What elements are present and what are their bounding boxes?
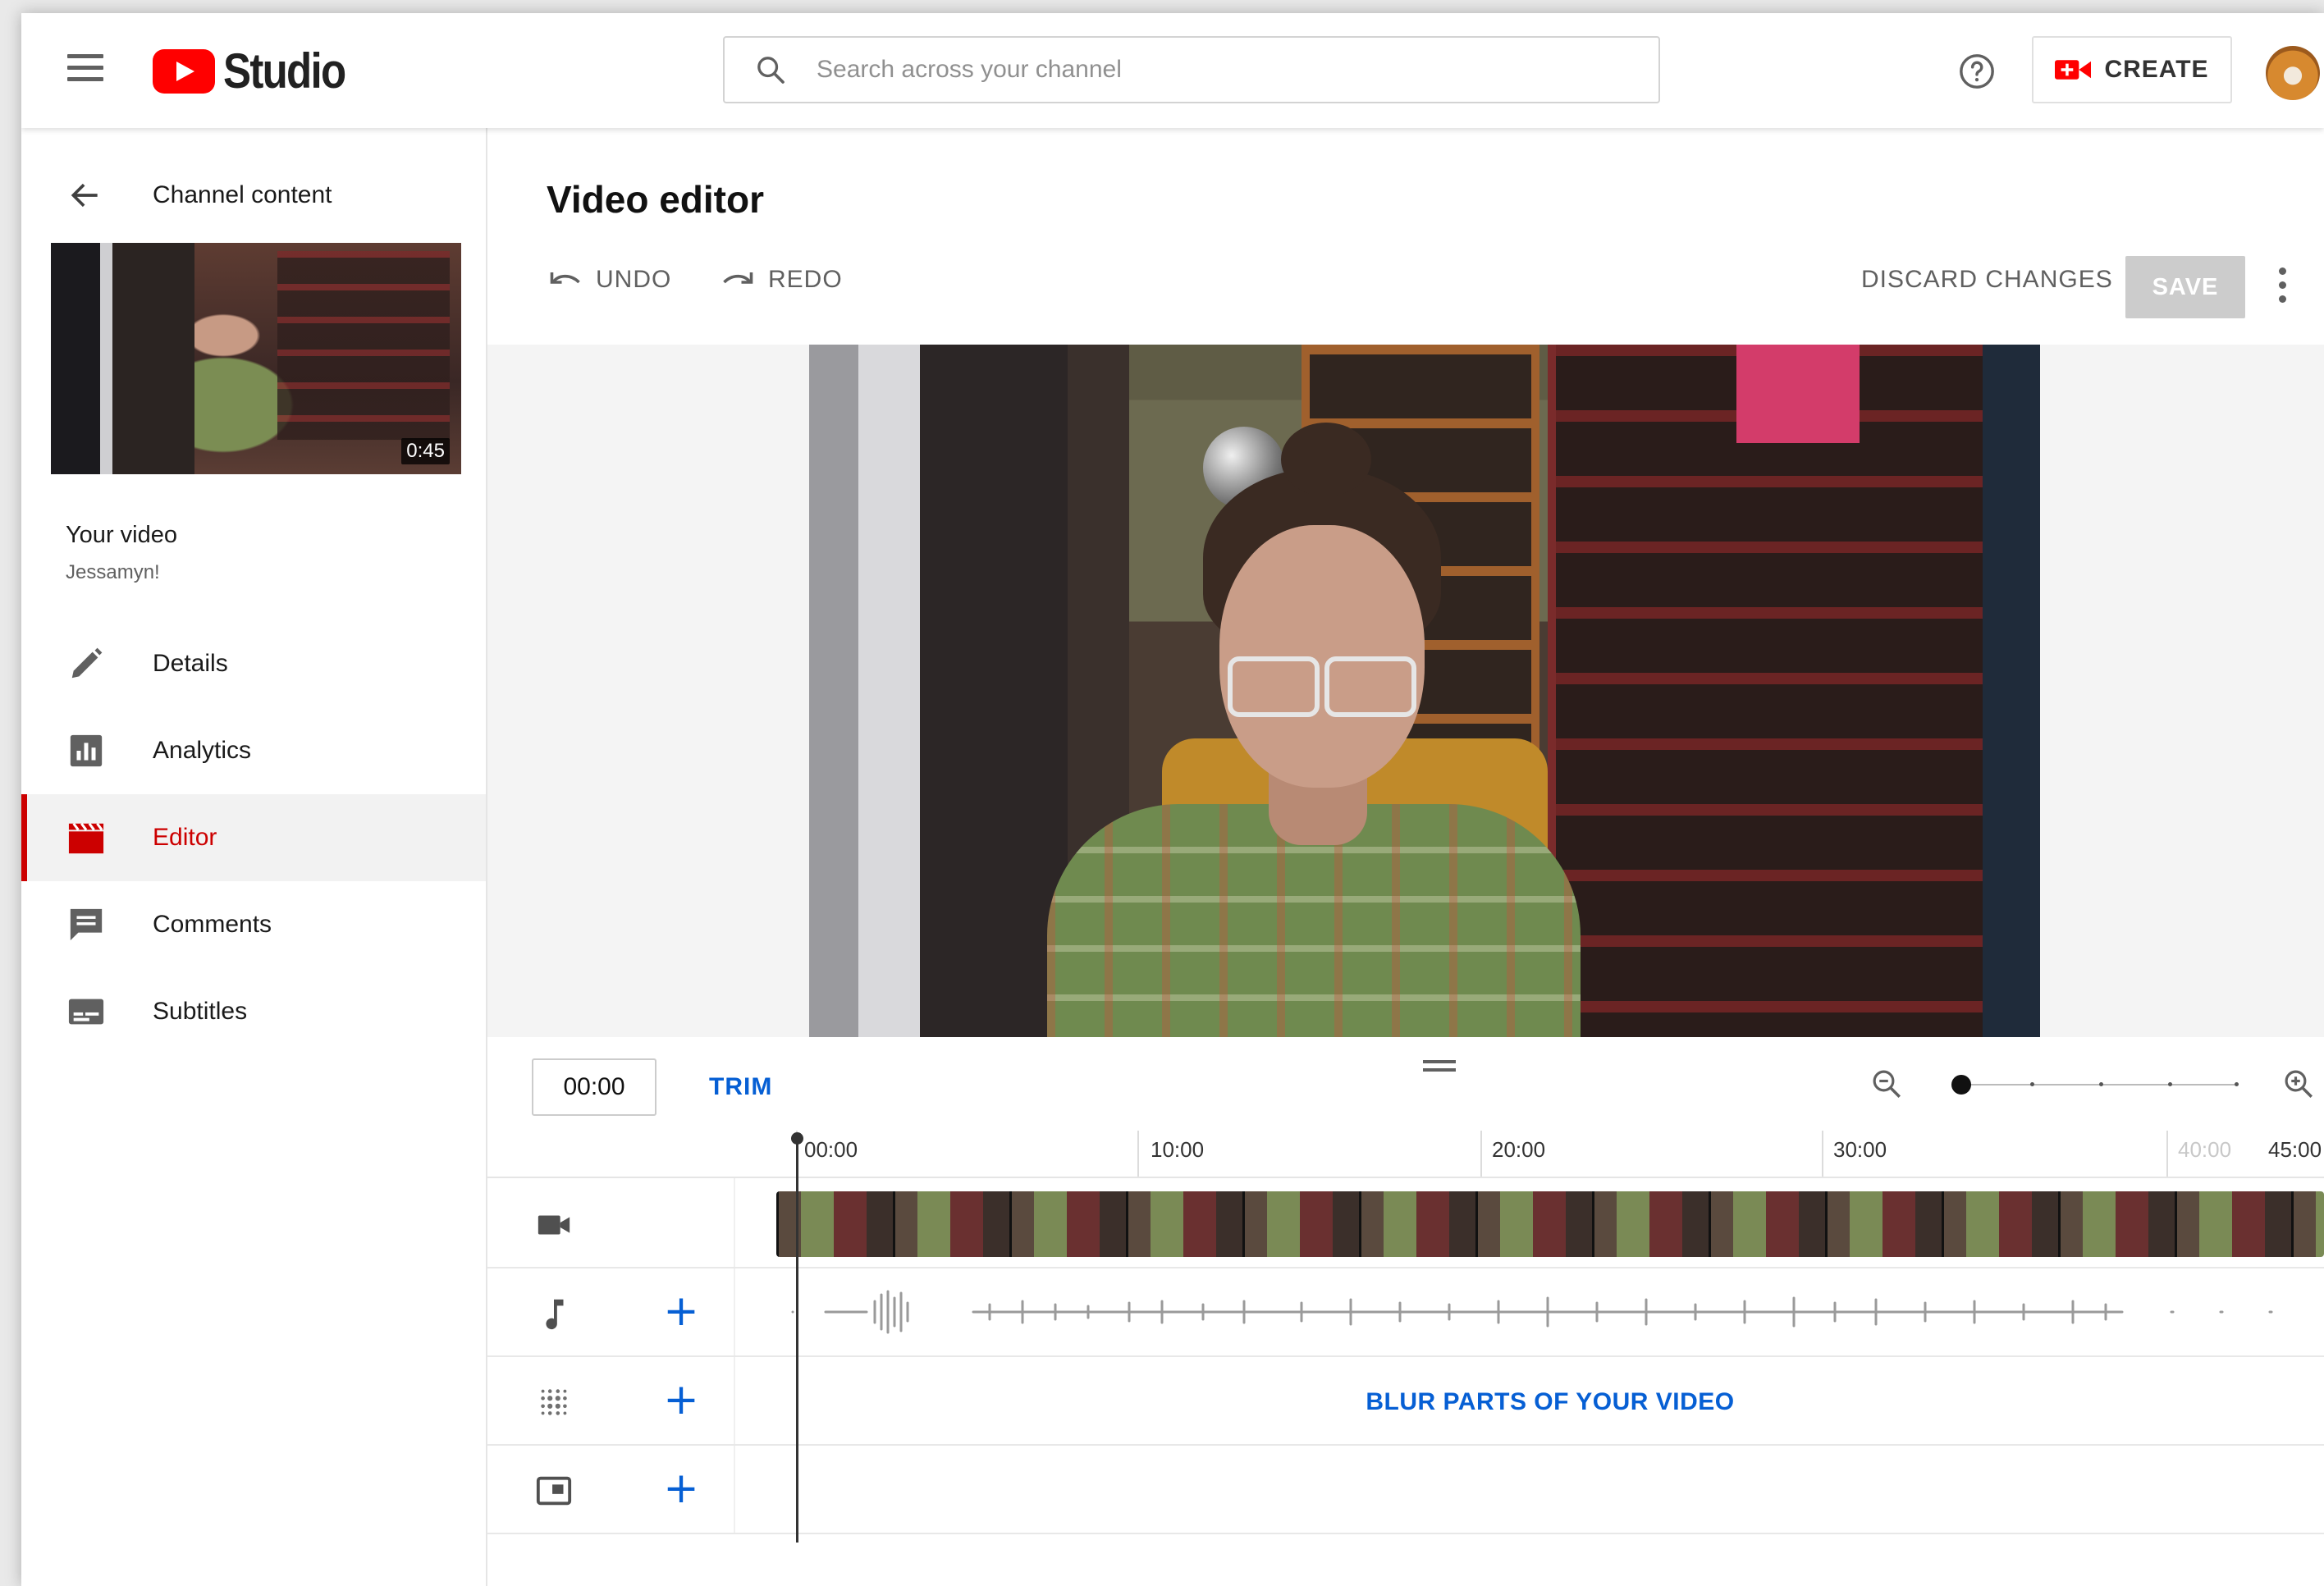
comment-icon [70, 908, 103, 941]
zoom-out-icon[interactable] [1869, 1067, 1904, 1101]
undo-icon [550, 272, 580, 284]
your-video-label: Your video [66, 522, 177, 548]
discard-changes-button[interactable]: DISCARD CHANGES [1861, 266, 2113, 294]
video-player[interactable] [809, 345, 2040, 1037]
playhead[interactable] [791, 1132, 803, 1543]
search-input[interactable] [817, 56, 1555, 84]
ruler-label: 30:00 [1833, 1137, 1887, 1162]
trim-button[interactable]: TRIM [709, 1073, 772, 1101]
zoom-slider-tick [2234, 1082, 2239, 1086]
video-camera-icon [538, 1215, 570, 1235]
youtube-studio-logo[interactable]: Studio [153, 43, 367, 99]
account-avatar[interactable] [2266, 46, 2320, 100]
back-label: Channel content [153, 181, 332, 208]
video-scene-poster [1736, 345, 1860, 443]
create-label: CREATE [2104, 56, 2209, 83]
blur-track: + BLUR PARTS OF YOUR VIDEO [487, 1357, 2324, 1446]
sidebar-item-analytics[interactable]: Analytics [21, 707, 486, 794]
undo-button[interactable]: UNDO [547, 266, 671, 294]
ruler-label: 45:00 [2268, 1137, 2322, 1162]
redo-button[interactable]: REDO [719, 266, 843, 294]
ruler-label: 10:00 [1151, 1137, 1205, 1162]
back-to-channel-content[interactable]: Channel content [67, 177, 332, 213]
zoom-slider[interactable] [1951, 1075, 2239, 1095]
create-video-icon [2055, 60, 2092, 80]
video-filmstrip[interactable] [776, 1191, 2324, 1257]
youtube-play-icon [153, 48, 215, 94]
zoom-slider-knob[interactable] [1951, 1075, 1971, 1095]
current-time-field[interactable] [532, 1058, 656, 1116]
add-end-screen-button[interactable]: + [661, 1467, 701, 1510]
thumbnail-image-detail [277, 251, 450, 440]
sidebar-item-editor[interactable]: Editor [21, 794, 486, 881]
video-scene-shelf [1548, 345, 2007, 1037]
music-note-icon [546, 1299, 564, 1330]
audio-track: + [487, 1268, 2324, 1357]
sidebar-item-details[interactable]: Details [21, 620, 486, 707]
zoom-in-icon[interactable] [2281, 1067, 2316, 1101]
video-scene-shelf [1983, 345, 2040, 1037]
hamburger-menu-icon[interactable] [67, 54, 103, 84]
zoom-slider-tick [2168, 1082, 2172, 1086]
editor-main: Video editor UNDO REDO DISCARD CHANGES S… [487, 128, 2324, 1586]
sidebar-item-label: Subtitles [153, 998, 248, 1025]
ruler-tick [2166, 1131, 2168, 1177]
blur-icon [541, 1389, 567, 1415]
add-audio-button[interactable]: + [661, 1290, 701, 1332]
create-button[interactable]: CREATE [2032, 36, 2232, 103]
video-track [487, 1180, 2324, 1268]
save-button[interactable]: SAVE [2125, 256, 2245, 318]
ruler-label: 00:00 [804, 1137, 858, 1162]
ruler-tick [1822, 1131, 1823, 1177]
timeline-panel: TRIM 00: [487, 1037, 2324, 1586]
sidebar-item-comments[interactable]: Comments [21, 881, 486, 968]
sidebar-item-subtitles[interactable]: Subtitles [21, 968, 486, 1055]
video-scene-person [1281, 423, 1371, 496]
arrow-back-icon [71, 183, 98, 208]
subtitles-icon [68, 999, 104, 1025]
zoom-slider-tick [2099, 1082, 2103, 1086]
sidebar-item-label: Analytics [153, 737, 252, 764]
blur-track-content: BLUR PARTS OF YOUR VIDEO [776, 1365, 2324, 1436]
blur-parts-link[interactable]: BLUR PARTS OF YOUR VIDEO [776, 1388, 2324, 1416]
undo-label: UNDO [596, 266, 672, 293]
sidebar-item-label: Details [153, 650, 228, 677]
page-title: Video editor [547, 178, 764, 221]
top-header: Studio CREATE [21, 13, 2324, 128]
search-bar[interactable] [723, 36, 1660, 103]
audio-waveform[interactable] [776, 1277, 2324, 1347]
add-blur-button[interactable]: + [661, 1378, 701, 1421]
zoom-slider-tick [2030, 1082, 2034, 1086]
studio-window: Studio CREATE [21, 13, 2324, 1586]
logo-text: Studio [223, 43, 346, 98]
ruler-tick [1137, 1131, 1139, 1177]
channel-name: Jessamyn! [66, 561, 160, 583]
more-options-icon[interactable] [2276, 267, 2288, 305]
video-preview-area [487, 345, 2324, 1037]
end-screen-icon [536, 1476, 572, 1506]
end-screen-track: + [487, 1446, 2324, 1534]
help-icon[interactable] [1958, 53, 1996, 90]
panel-resize-handle-icon[interactable] [1423, 1060, 1456, 1075]
redo-label: REDO [768, 266, 843, 293]
ruler-tick [1480, 1131, 1482, 1177]
search-icon [757, 57, 785, 84]
timeline-ruler[interactable]: 00:00 10:00 20:00 30:00 40:00 45:00 [487, 1119, 2324, 1178]
sidebar: Channel content 0:45 Your video Jessamyn… [21, 128, 487, 1586]
clapperboard-icon [68, 822, 104, 854]
sidebar-item-label: Editor [153, 824, 217, 851]
video-thumbnail[interactable]: 0:45 [51, 243, 461, 474]
sidebar-item-label: Comments [153, 911, 272, 938]
pencil-icon [71, 647, 103, 679]
thumbnail-duration: 0:45 [401, 438, 450, 464]
redo-icon [723, 272, 753, 284]
analytics-icon [70, 734, 103, 767]
video-scene-person [1228, 656, 1416, 717]
ruler-label: 20:00 [1492, 1137, 1546, 1162]
sidebar-nav: Details Analytics Editor Comments Subtit… [21, 620, 486, 1055]
ruler-label: 40:00 [2178, 1137, 2232, 1162]
